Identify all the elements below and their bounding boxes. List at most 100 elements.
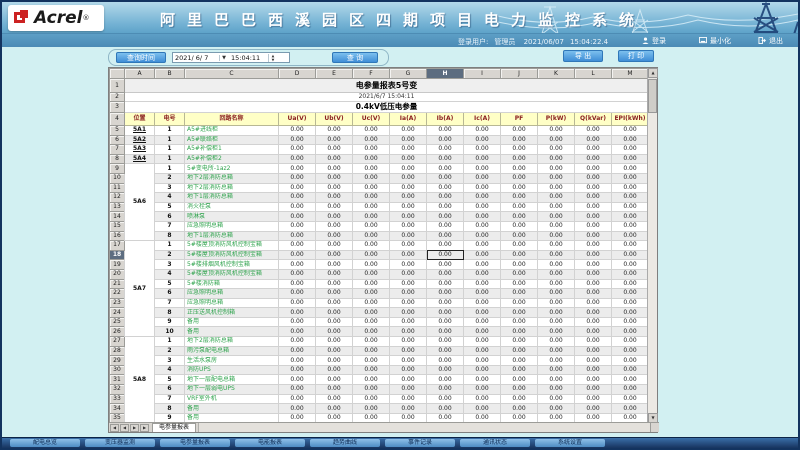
- grid-cell[interactable]: 0.00: [612, 154, 649, 164]
- grid-cell[interactable]: 0.00: [501, 375, 538, 385]
- grid-cell[interactable]: 0.00: [464, 279, 501, 289]
- grid-cell[interactable]: 0.00: [427, 193, 464, 203]
- grid-cell[interactable]: 0.00: [538, 308, 575, 318]
- row-number[interactable]: 15: [110, 221, 125, 231]
- grid-cell[interactable]: 0.00: [501, 394, 538, 404]
- grid-cell[interactable]: 0.00: [575, 337, 612, 347]
- grid-cell[interactable]: 0.00: [353, 346, 390, 356]
- grid-cell[interactable]: 0.00: [316, 356, 353, 366]
- horizontal-scroll-track[interactable]: [198, 423, 650, 432]
- grid-cell[interactable]: 0.00: [464, 298, 501, 308]
- circuit-number-cell[interactable]: 3: [155, 260, 185, 270]
- circuit-name-cell[interactable]: 雨污泵配电总箱: [185, 346, 279, 356]
- grid-cell[interactable]: 0.00: [501, 279, 538, 289]
- grid-cell[interactable]: 0.00: [612, 337, 649, 347]
- grid-cell[interactable]: 0.00: [353, 279, 390, 289]
- column-letter-E[interactable]: E: [316, 69, 353, 79]
- grid-cell[interactable]: 0.00: [575, 269, 612, 279]
- grid-cell[interactable]: 0.00: [575, 164, 612, 174]
- grid-cell[interactable]: 0.00: [464, 308, 501, 318]
- row-number[interactable]: 22: [110, 289, 125, 299]
- grid-cell[interactable]: 0.00: [353, 173, 390, 183]
- grid-cell[interactable]: 0.00: [390, 250, 427, 260]
- grid-cell[interactable]: 0.00: [353, 375, 390, 385]
- row-number[interactable]: 23: [110, 298, 125, 308]
- grid-cell[interactable]: 0.00: [316, 337, 353, 347]
- grid-cell[interactable]: 0.00: [538, 212, 575, 222]
- row-number[interactable]: 11: [110, 183, 125, 193]
- grid-cell[interactable]: 0.00: [575, 173, 612, 183]
- grid-cell[interactable]: 0.00: [464, 202, 501, 212]
- grid-cell[interactable]: 0.00: [464, 173, 501, 183]
- grid-cell[interactable]: 0.00: [464, 346, 501, 356]
- grid-cell[interactable]: 0.00: [427, 289, 464, 299]
- circuit-number-cell[interactable]: 4: [155, 365, 185, 375]
- location-cell[interactable]: 5A4: [125, 154, 155, 164]
- column-letter-A[interactable]: A: [125, 69, 155, 79]
- grid-cell[interactable]: 0.00: [316, 317, 353, 327]
- grid-cell[interactable]: 0.00: [353, 365, 390, 375]
- grid-cell[interactable]: 0.00: [464, 365, 501, 375]
- grid-cell[interactable]: 0.00: [538, 394, 575, 404]
- circuit-number-cell[interactable]: 1: [155, 241, 185, 251]
- grid-cell[interactable]: 0.00: [575, 126, 612, 136]
- circuit-number-cell[interactable]: 1: [155, 126, 185, 136]
- time-spinner[interactable]: ▲▼: [268, 54, 277, 62]
- grid-cell[interactable]: 0.00: [612, 145, 649, 155]
- grid-cell[interactable]: 0.00: [612, 356, 649, 366]
- taskbar-item[interactable]: 事件记录: [385, 439, 455, 447]
- row-number[interactable]: 20: [110, 269, 125, 279]
- row-number[interactable]: 33: [110, 394, 125, 404]
- grid-cell[interactable]: 0.00: [316, 308, 353, 318]
- grid-cell[interactable]: 0.00: [427, 145, 464, 155]
- grid-cell[interactable]: 0.00: [279, 394, 316, 404]
- grid-cell[interactable]: 0.00: [501, 173, 538, 183]
- circuit-name-cell[interactable]: 地下一层弱电UPS: [185, 385, 279, 395]
- grid-cell[interactable]: 0.00: [538, 193, 575, 203]
- grid-cell[interactable]: 0.00: [575, 145, 612, 155]
- selected-cell[interactable]: 0.00: [427, 250, 464, 260]
- taskbar-item[interactable]: 趋势曲线: [310, 439, 380, 447]
- grid-cell[interactable]: 0.00: [427, 327, 464, 337]
- grid-cell[interactable]: 0.00: [464, 135, 501, 145]
- circuit-number-cell[interactable]: 5: [155, 202, 185, 212]
- grid-cell[interactable]: 0.00: [353, 327, 390, 337]
- grid-cell[interactable]: 0.00: [427, 173, 464, 183]
- grid-cell[interactable]: 0.00: [464, 212, 501, 222]
- grid-cell[interactable]: 0.00: [316, 404, 353, 414]
- grid-cell[interactable]: 0.00: [390, 164, 427, 174]
- taskbar-item[interactable]: 通讯状态: [460, 439, 530, 447]
- grid-cell[interactable]: 0.00: [427, 279, 464, 289]
- grid-cell[interactable]: 0.00: [501, 289, 538, 299]
- taskbar-item[interactable]: 电参量报表: [160, 439, 230, 447]
- grid-cell[interactable]: 0.00: [390, 356, 427, 366]
- grid-cell[interactable]: 0.00: [279, 221, 316, 231]
- grid-cell[interactable]: 0.00: [353, 404, 390, 414]
- grid-cell[interactable]: 0.00: [575, 221, 612, 231]
- grid-cell[interactable]: 0.00: [390, 317, 427, 327]
- grid-cell[interactable]: 0.00: [538, 241, 575, 251]
- grid-cell[interactable]: 0.00: [612, 375, 649, 385]
- grid-cell[interactable]: 0.00: [353, 269, 390, 279]
- grid-cell[interactable]: 0.00: [612, 394, 649, 404]
- grid-cell[interactable]: 0.00: [353, 356, 390, 366]
- grid-cell[interactable]: 0.00: [279, 375, 316, 385]
- grid-cell[interactable]: 0.00: [575, 365, 612, 375]
- grid-cell[interactable]: 0.00: [538, 202, 575, 212]
- grid-cell[interactable]: 0.00: [279, 145, 316, 155]
- grid-cell[interactable]: 0.00: [501, 164, 538, 174]
- grid-cell[interactable]: 0.00: [612, 327, 649, 337]
- grid-cell[interactable]: 0.00: [353, 212, 390, 222]
- circuit-number-cell[interactable]: 2: [155, 173, 185, 183]
- taskbar-item[interactable]: 配电总览: [10, 439, 80, 447]
- circuit-name-cell[interactable]: A5#联络柜: [185, 135, 279, 145]
- circuit-name-cell[interactable]: 地下一层配电总箱: [185, 375, 279, 385]
- grid-cell[interactable]: 0.00: [538, 250, 575, 260]
- grid-cell[interactable]: 0.00: [427, 385, 464, 395]
- grid-cell[interactable]: 0.00: [501, 145, 538, 155]
- grid-cell[interactable]: 0.00: [575, 375, 612, 385]
- circuit-number-cell[interactable]: 6: [155, 212, 185, 222]
- circuit-name-cell[interactable]: 5#楼屋顶消防风机控制宝箱: [185, 250, 279, 260]
- grid-cell[interactable]: 0.00: [316, 394, 353, 404]
- grid-cell[interactable]: 0.00: [612, 317, 649, 327]
